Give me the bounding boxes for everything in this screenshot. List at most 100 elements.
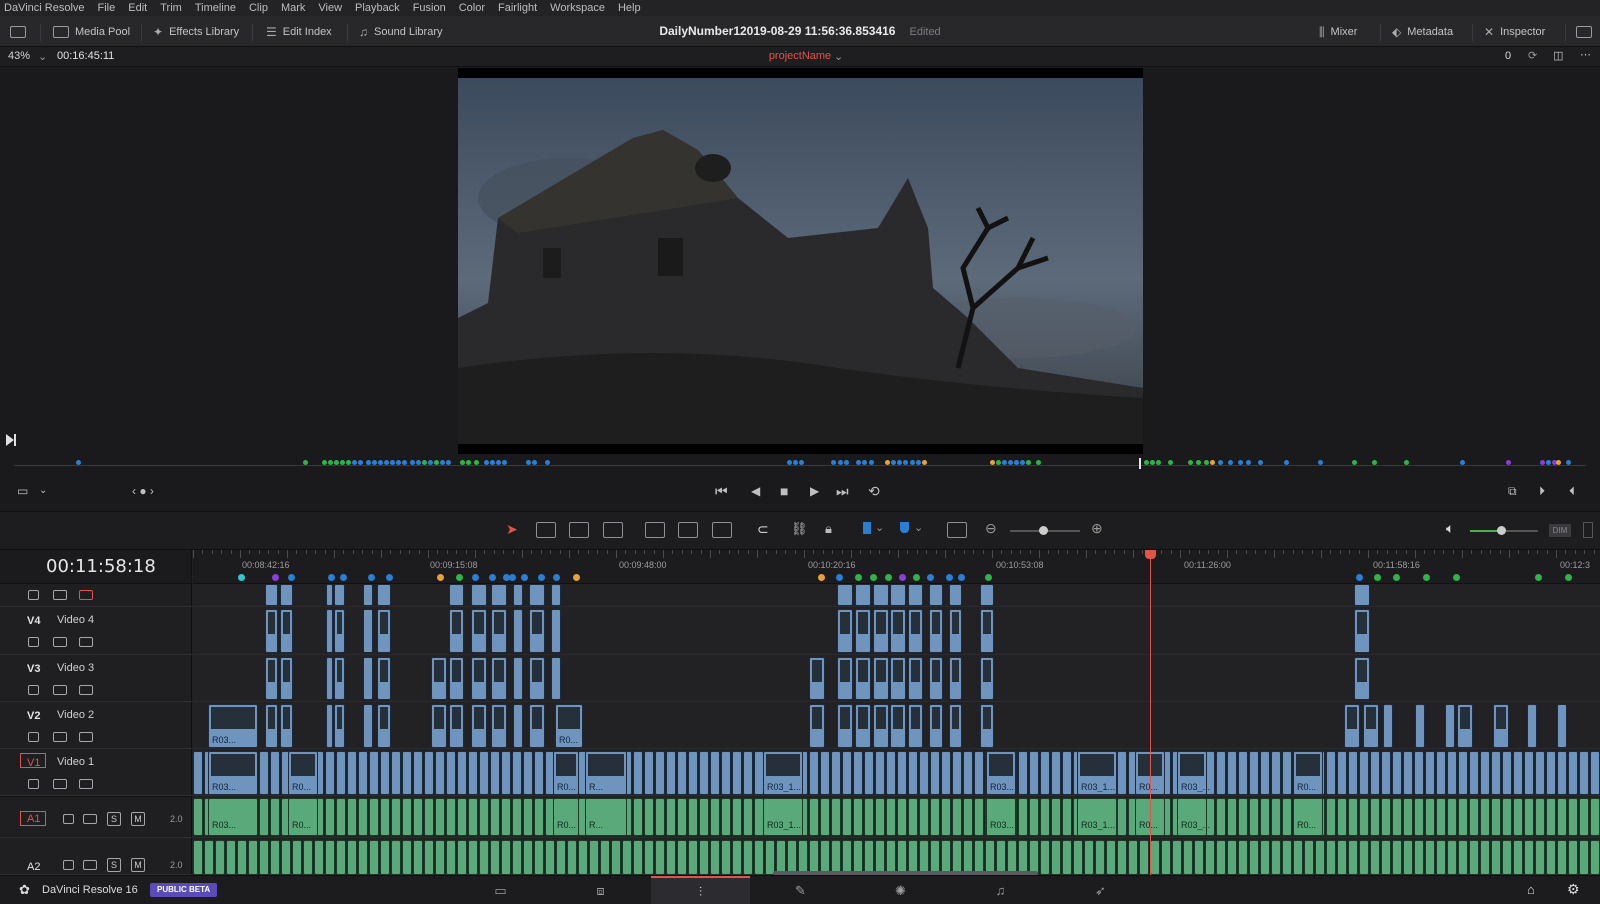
- scrubber-marker[interactable]: [1204, 460, 1209, 465]
- scrubber-marker[interactable]: [799, 460, 804, 465]
- audio-clip[interactable]: [215, 840, 225, 875]
- video-clip[interactable]: [391, 751, 401, 795]
- video-clip[interactable]: [873, 584, 889, 606]
- audio-clip[interactable]: [721, 798, 731, 836]
- video-clip[interactable]: [446, 751, 456, 795]
- video-clip[interactable]: [1557, 751, 1567, 795]
- scrubber-marker[interactable]: [1210, 460, 1215, 465]
- audio-clip[interactable]: [831, 840, 841, 875]
- timeline-marker[interactable]: [1535, 574, 1542, 581]
- video-clip[interactable]: [732, 751, 742, 795]
- audio-clip[interactable]: [446, 840, 456, 875]
- video-clip[interactable]: [809, 751, 819, 795]
- track-enable-icon[interactable]: [79, 732, 93, 742]
- video-clip[interactable]: [280, 609, 293, 653]
- audio-clip[interactable]: [589, 840, 599, 875]
- dim-button[interactable]: DIM: [1549, 524, 1571, 537]
- video-clip[interactable]: [377, 584, 391, 606]
- play-full-icon[interactable]: [6, 434, 16, 446]
- audio-clip[interactable]: [1535, 798, 1545, 836]
- audio-clip[interactable]: [347, 798, 357, 836]
- scrubber-marker[interactable]: [396, 460, 401, 465]
- video-clip[interactable]: [929, 609, 943, 653]
- track-disable-icon[interactable]: [79, 590, 93, 600]
- video-clip[interactable]: [347, 751, 357, 795]
- track-name[interactable]: Video 4: [57, 614, 94, 626]
- audio-clip[interactable]: [248, 840, 258, 875]
- audio-clip[interactable]: [578, 840, 588, 875]
- video-clip[interactable]: [334, 704, 345, 748]
- video-clip[interactable]: [523, 751, 533, 795]
- chevron-down-icon[interactable]: ⌄: [914, 521, 923, 534]
- audio-clip[interactable]: [380, 798, 390, 836]
- scrubber-marker[interactable]: [378, 460, 383, 465]
- audio-clip[interactable]: [1469, 798, 1479, 836]
- audio-clip[interactable]: [1271, 840, 1281, 875]
- video-clip[interactable]: [855, 704, 871, 748]
- audio-clip[interactable]: [1568, 798, 1578, 836]
- track-name[interactable]: Video 2: [57, 709, 94, 721]
- scrubber-marker[interactable]: [897, 460, 902, 465]
- audio-clip[interactable]: [1205, 840, 1215, 875]
- audio-clip[interactable]: [303, 840, 313, 875]
- audio-clip[interactable]: [919, 798, 929, 836]
- selection-pointer-icon[interactable]: ➤: [506, 521, 518, 538]
- audio-clip[interactable]: [391, 798, 401, 836]
- scrubber-marker[interactable]: [1284, 460, 1289, 465]
- flag-icon[interactable]: [863, 522, 871, 534]
- loop-icon[interactable]: ⟲: [868, 483, 880, 499]
- video-clip[interactable]: [431, 657, 447, 700]
- audio-clip[interactable]: [1392, 798, 1402, 836]
- scrubber-marker[interactable]: [440, 460, 445, 465]
- video-clip[interactable]: [1363, 704, 1379, 748]
- video-clip[interactable]: [688, 751, 698, 795]
- video-clip[interactable]: [1383, 704, 1393, 748]
- go-to-end-icon[interactable]: ⏭: [836, 483, 849, 499]
- video-clip[interactable]: [842, 751, 852, 795]
- scrubber-marker[interactable]: [1002, 460, 1007, 465]
- video-clip[interactable]: [837, 584, 853, 606]
- audio-clip[interactable]: [1018, 840, 1028, 875]
- video-clip[interactable]: R03_...: [1177, 751, 1210, 795]
- timeline-marker[interactable]: [238, 574, 245, 581]
- video-clip[interactable]: [633, 751, 643, 795]
- audio-clip[interactable]: [1249, 798, 1259, 836]
- video-clip[interactable]: [479, 751, 489, 795]
- audio-clip[interactable]: [1436, 840, 1446, 875]
- audio-clip[interactable]: [1018, 798, 1028, 836]
- video-clip[interactable]: [501, 751, 511, 795]
- video-clip[interactable]: [980, 609, 994, 653]
- viewer-zoom[interactable]: 43%: [8, 50, 30, 62]
- audio-clip[interactable]: [765, 840, 775, 875]
- audio-clip[interactable]: [1447, 840, 1457, 875]
- audio-clip[interactable]: [1370, 840, 1380, 875]
- timeline-marker[interactable]: [489, 574, 496, 581]
- video-clip[interactable]: [435, 751, 445, 795]
- audio-clip[interactable]: [1568, 840, 1578, 875]
- audio-clip[interactable]: [1403, 840, 1413, 875]
- video-clip[interactable]: [457, 751, 467, 795]
- go-to-start-icon[interactable]: ⏮: [715, 483, 728, 499]
- audio-clip[interactable]: [204, 840, 214, 875]
- video-clip[interactable]: [449, 584, 464, 606]
- next-edit-icon[interactable]: ⏵: [1539, 483, 1545, 499]
- audio-clip[interactable]: [930, 840, 940, 875]
- timeline-marker[interactable]: [538, 574, 545, 581]
- video-clip[interactable]: [875, 751, 885, 795]
- deliver-page-icon[interactable]: ➶: [1051, 876, 1150, 904]
- audio-clip[interactable]: [633, 798, 643, 836]
- menu-color[interactable]: Color: [459, 0, 485, 16]
- sync-icon[interactable]: ⟳: [1528, 49, 1537, 62]
- lock-icon[interactable]: [63, 860, 74, 870]
- video-clip[interactable]: [1354, 584, 1370, 606]
- video-clip[interactable]: [449, 657, 464, 700]
- more-options-icon[interactable]: ⋯: [1580, 48, 1591, 61]
- audio-clip[interactable]: [930, 798, 940, 836]
- video-clip[interactable]: [529, 609, 545, 653]
- audio-clip[interactable]: [699, 798, 709, 836]
- timeline-marker[interactable]: [328, 574, 335, 581]
- video-clip[interactable]: [1469, 751, 1479, 795]
- scrubber-marker[interactable]: [1404, 460, 1409, 465]
- menu-edit[interactable]: Edit: [128, 0, 147, 16]
- video-clip[interactable]: [280, 704, 293, 748]
